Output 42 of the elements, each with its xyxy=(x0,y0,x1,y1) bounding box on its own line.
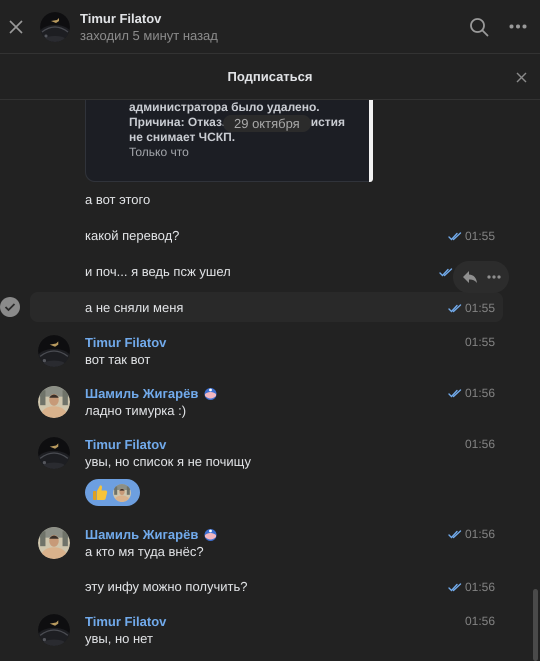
card-text: не снимает ЧСКП. xyxy=(129,130,236,145)
message-text: какой перевод? xyxy=(85,227,180,246)
message-time: 01:55 xyxy=(464,228,495,244)
message-text: и поч... я ведь псж ушел xyxy=(85,263,231,282)
card-text: Причина: Отказ. xyxy=(129,115,226,130)
selected-check-icon[interactable] xyxy=(0,297,20,317)
reply-icon[interactable] xyxy=(462,270,478,284)
thumbs-up-icon xyxy=(92,484,108,501)
message-time: 01:56 xyxy=(464,437,495,452)
message-text: вот так вот xyxy=(85,351,152,369)
message-text: а кто мя туда внёс? xyxy=(85,543,205,561)
author-name[interactable]: Timur Filatov xyxy=(85,613,166,630)
card-text: администратора было удалено. xyxy=(129,100,321,115)
message-text: увы, но список я не почищу xyxy=(85,453,252,471)
last-seen-status: заходил 5 минут назад xyxy=(80,26,219,44)
scrollbar[interactable] xyxy=(533,589,538,661)
message-time: 01:56 xyxy=(464,580,495,594)
author-name[interactable]: Шамиль Жигарёв xyxy=(85,526,198,543)
message-time: 01:56 xyxy=(464,386,495,401)
subscribe-button[interactable]: Подписаться xyxy=(227,66,312,86)
message-time: 01:56 xyxy=(464,527,495,542)
close-icon[interactable] xyxy=(9,20,23,34)
more-icon[interactable] xyxy=(486,275,500,279)
message-text: эту инфу можно получить? xyxy=(85,578,248,596)
message-text: увы, но нет xyxy=(85,630,154,648)
author-name[interactable]: Шамиль Жигарёв xyxy=(85,385,198,402)
card-time: Только что xyxy=(129,145,190,160)
message-text: а вот этого xyxy=(85,191,150,210)
contact-name: Timur Filatov xyxy=(80,10,162,26)
message-time: 01:55 xyxy=(464,300,495,316)
card-text: истия xyxy=(310,115,345,130)
author-name[interactable]: Timur Filatov xyxy=(85,334,166,351)
date-pill: 29 октября xyxy=(223,115,311,132)
message-text: а не сняли меня xyxy=(85,299,184,318)
message-time: 01:55 xyxy=(464,335,495,350)
search-icon[interactable] xyxy=(469,16,489,36)
message-time: 01:56 xyxy=(464,614,495,629)
message-text: ладно тимурка :) xyxy=(85,402,188,420)
more-icon[interactable] xyxy=(509,24,527,29)
close-icon[interactable] xyxy=(516,72,527,83)
author-name[interactable]: Timur Filatov xyxy=(85,436,166,453)
reaction-pill[interactable] xyxy=(85,479,140,506)
